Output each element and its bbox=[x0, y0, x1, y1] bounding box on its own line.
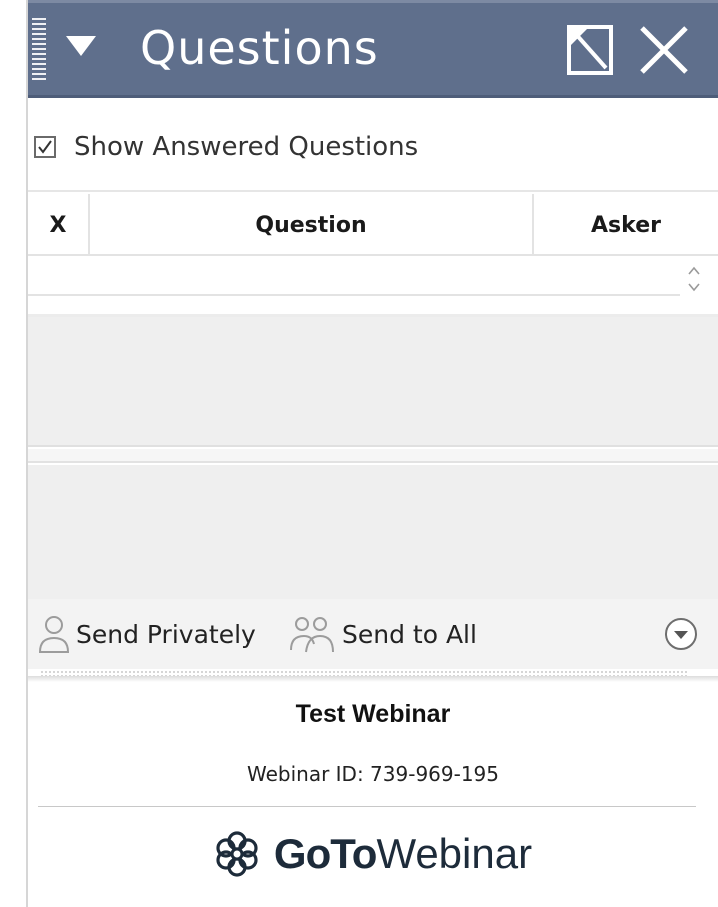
column-header-asker[interactable]: Asker bbox=[534, 194, 718, 256]
person-icon bbox=[38, 616, 70, 653]
answer-input-area[interactable] bbox=[28, 465, 718, 599]
footer-divider bbox=[38, 806, 696, 807]
send-to-all-button[interactable]: Send to All bbox=[288, 599, 477, 669]
show-answered-row: Show Answered Questions bbox=[28, 98, 718, 192]
group-icon bbox=[290, 617, 334, 653]
send-privately-label: Send Privately bbox=[76, 619, 256, 649]
question-detail-pane bbox=[28, 317, 718, 447]
questions-panel: Questions Show Answered Questions X Ques… bbox=[0, 0, 718, 907]
left-rail bbox=[0, 0, 28, 907]
titlebar-highlight bbox=[28, 0, 718, 3]
column-header-question[interactable]: Question bbox=[90, 194, 534, 256]
questions-table-header: X Question Asker bbox=[28, 194, 718, 256]
column-header-x[interactable]: X bbox=[28, 194, 90, 256]
brand-webinar: Webinar bbox=[376, 830, 533, 877]
scroll-spinner-icon[interactable] bbox=[684, 262, 704, 296]
chevron-down-circle-icon[interactable] bbox=[664, 617, 698, 651]
pane-splitter[interactable] bbox=[28, 449, 718, 463]
panel-title: Questions bbox=[140, 21, 379, 75]
undock-icon[interactable] bbox=[566, 24, 614, 76]
panel-titlebar: Questions bbox=[28, 0, 718, 98]
checkmark-icon bbox=[38, 140, 52, 154]
drag-grip-icon[interactable] bbox=[32, 18, 46, 80]
answer-actions-bar: Send Privately Send to All bbox=[28, 599, 718, 669]
show-answered-label[interactable]: Show Answered Questions bbox=[74, 132, 418, 162]
brand-goto: GoTo bbox=[273, 830, 378, 877]
collapse-triangle-icon[interactable] bbox=[66, 36, 96, 56]
close-icon[interactable] bbox=[638, 24, 690, 76]
gotowebinar-flower-icon bbox=[216, 831, 258, 877]
gotowebinar-logo: GoTo Webinar bbox=[28, 824, 718, 884]
show-answered-checkbox[interactable] bbox=[34, 136, 56, 158]
questions-list[interactable] bbox=[28, 258, 680, 296]
send-privately-button[interactable]: Send Privately bbox=[38, 599, 256, 669]
send-to-all-label: Send to All bbox=[342, 619, 477, 649]
webinar-id: Webinar ID: 739-969-195 bbox=[246, 762, 500, 786]
webinar-title: Test Webinar bbox=[295, 700, 451, 728]
webinar-footer: Test Webinar Webinar ID: 739-969-195 GoT… bbox=[28, 682, 718, 907]
